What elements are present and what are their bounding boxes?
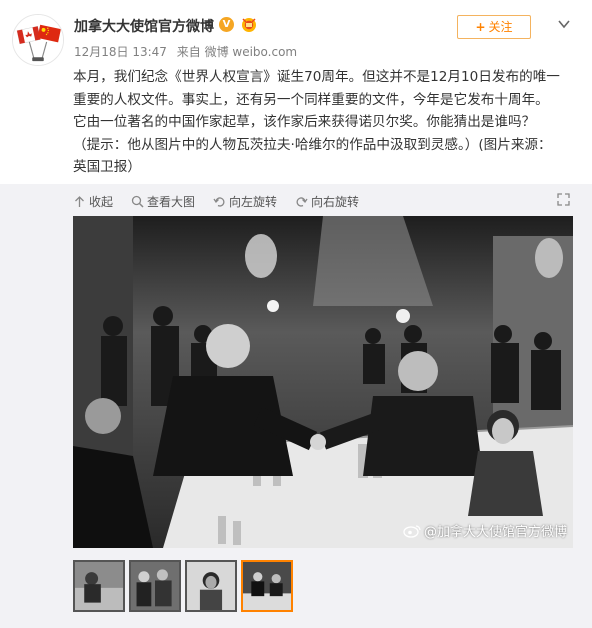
thumbnail-image xyxy=(131,562,179,610)
rotate-right-icon xyxy=(296,196,308,207)
avatar-flags-icon xyxy=(13,15,63,65)
photo-image xyxy=(73,216,573,548)
post-text-line: 英国卫报） xyxy=(73,159,141,175)
thumbnail-strip xyxy=(73,560,297,614)
photo-watermark: @加拿大大使馆官方微博 xyxy=(403,521,567,540)
thumbnail-3[interactable] xyxy=(185,560,237,612)
post-text: 本月，我们纪念《世界人权宣言》诞生70周年。但这并不是12月10日发布的唯一 重… xyxy=(73,66,578,179)
rotate-right-button[interactable]: 向右旋转 xyxy=(295,193,359,210)
expand-icon[interactable] xyxy=(557,193,570,206)
main-photo[interactable]: @加拿大大使馆官方微博 xyxy=(73,216,573,548)
post-text-line: 本月，我们纪念《世界人权宣言》诞生70周年。但这并不是12月10日发布的唯一 xyxy=(73,69,560,85)
thumbnail-image xyxy=(187,562,235,610)
post-meta: 12月18日 13:47 来自 微博 weibo.com xyxy=(74,43,303,60)
post-text-line: 它由一位著名的中国作家起草，该作家后来获得诺贝尔奖。你能猜出是谁吗？ xyxy=(73,114,536,130)
media-panel: 收起 查看大图 向左旋转 向右旋转 @加拿大大使馆官方微博 xyxy=(0,184,592,628)
thumbnail-4[interactable] xyxy=(241,560,293,612)
view-large-button[interactable]: 查看大图 xyxy=(131,193,195,210)
zoom-icon xyxy=(131,195,144,208)
thumbnail-image xyxy=(243,562,291,610)
thumbnail-1[interactable] xyxy=(73,560,125,612)
collapse-button[interactable]: 收起 xyxy=(73,193,113,210)
weibo-logo-icon xyxy=(403,524,421,538)
thumbnail-image xyxy=(75,562,123,610)
follow-label: 关注 xyxy=(488,20,513,34)
follow-button[interactable]: + 关注 xyxy=(457,15,531,39)
post-source[interactable]: 来自 微博 weibo.com xyxy=(177,45,297,59)
thumbnail-2[interactable] xyxy=(129,560,181,612)
rotate-left-button[interactable]: 向左旋转 xyxy=(213,193,277,210)
post-text-line: （提示：他从图片中的人物瓦茨拉夫·哈维尔的作品中汲取到灵感。）(图片来源： xyxy=(73,136,552,153)
weibo-post-card: 加拿大大使馆官方微博 V 12月18日 13:47 来自 微博 weibo.co… xyxy=(0,0,592,628)
verified-icon: V xyxy=(219,17,234,32)
post-timestamp[interactable]: 12月18日 13:47 xyxy=(74,45,167,59)
rotate-left-label: 向左旋转 xyxy=(229,194,278,209)
rotate-right-label: 向右旋转 xyxy=(311,194,360,209)
rotate-left-icon xyxy=(213,196,225,207)
author-name[interactable]: 加拿大大使馆官方微博 xyxy=(74,16,214,36)
view-large-label: 查看大图 xyxy=(147,194,196,209)
watermark-text: @加拿大大使馆官方微博 xyxy=(423,525,567,540)
post-text-line: 重要的人权文件。事实上，还有另一个同样重要的文件，今年是它发布十周年。 xyxy=(73,91,549,108)
gov-badge-icon[interactable] xyxy=(240,16,258,33)
collapse-icon xyxy=(75,195,84,207)
chevron-down-icon[interactable] xyxy=(556,16,572,32)
collapse-label: 收起 xyxy=(89,194,114,209)
follow-plus-icon: + xyxy=(475,20,486,34)
avatar[interactable] xyxy=(12,14,64,66)
media-toolbar: 收起 查看大图 向左旋转 向右旋转 xyxy=(73,192,377,210)
